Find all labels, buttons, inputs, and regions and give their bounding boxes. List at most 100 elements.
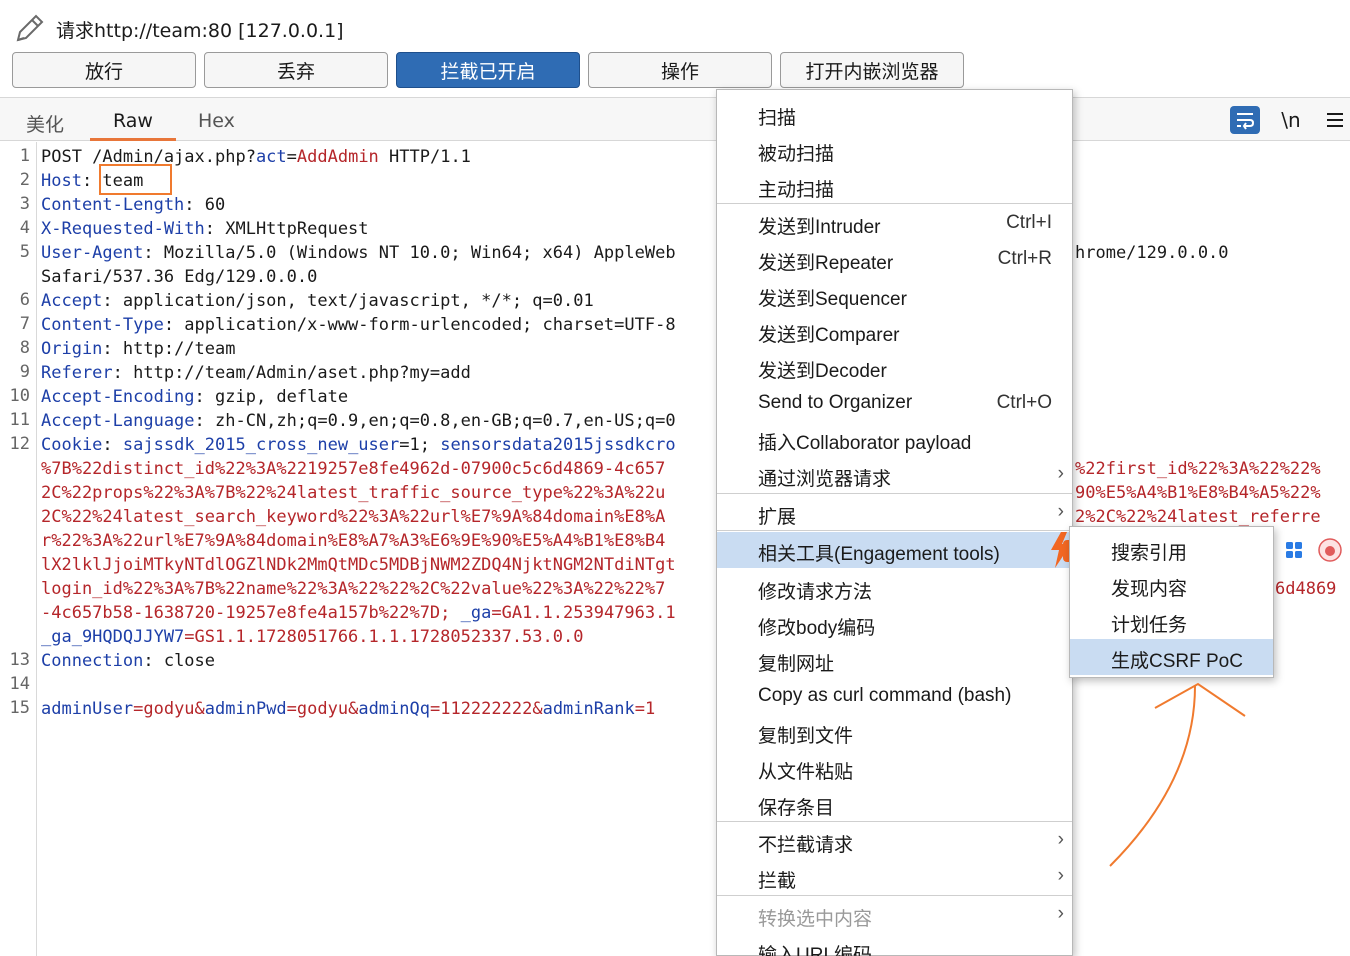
- menu-item-intercept[interactable]: 拦截 ›: [717, 859, 1072, 895]
- menu-item-change-body-encoding[interactable]: 修改body编码: [717, 606, 1072, 642]
- request-title: 请求http://team:80 [127.0.0.1]: [56, 20, 344, 42]
- header-cookie: Cookie: sajssdk_2015_cross_new_user=1; s…: [41, 435, 676, 455]
- gutter-divider: [36, 142, 37, 956]
- chevron-right-icon: ›: [1057, 501, 1064, 522]
- tab-pretty[interactable]: 美化: [26, 110, 64, 137]
- message-view-tabs: 美化 Raw Hex \n: [0, 97, 1350, 141]
- open-browser-button[interactable]: 打开内嵌浏览器: [780, 52, 964, 88]
- menu-item-convert-selection: 转换选中内容 ›: [758, 903, 1064, 930]
- menu-item-collaborator-payload[interactable]: 插入Collaborator payload: [717, 421, 1072, 457]
- menu-item-copy-to-file[interactable]: 复制到文件: [717, 714, 1072, 750]
- menu-item-request-in-browser[interactable]: 通过浏览器请求 ›: [717, 457, 1072, 493]
- chevron-right-icon: ›: [1057, 903, 1064, 924]
- wrap-lines-icon[interactable]: [1230, 106, 1260, 134]
- menu-item-active-scan[interactable]: 主动扫描: [717, 168, 1072, 204]
- annotation-arrow-icon: [1109, 682, 1246, 867]
- header-origin: Origin: http://team: [41, 339, 236, 359]
- header-user-agent: User-Agent: Mozilla/5.0 (Windows NT 10.0…: [41, 243, 676, 263]
- header-connection: Connection: close: [41, 651, 216, 671]
- submenu-item-find-references[interactable]: 搜索引用: [1070, 531, 1273, 567]
- cookie-value-line: login_id%22%3A%7B%22name%22%3A%22%22%2C%…: [41, 579, 666, 599]
- intercept-toggle-button[interactable]: 拦截已开启: [396, 52, 580, 88]
- action-button[interactable]: 操作: [588, 52, 772, 88]
- menu-item-extensions[interactable]: 扩展 ›: [717, 495, 1072, 531]
- menu-item-save-item[interactable]: 保存条目: [717, 786, 1072, 822]
- line-number: 11: [9, 410, 30, 430]
- header-user-agent-cont: Safari/537.36 Edg/129.0.0.0: [41, 267, 318, 287]
- cookie-ga-line: _ga_9HQDQJJYW7=GS1.1.1728051766.1.1.1728…: [41, 627, 584, 647]
- line-number: 15: [9, 698, 30, 718]
- line-number: 4: [19, 218, 30, 238]
- menu-item-send-organizer[interactable]: Send to Organizer Ctrl+O: [717, 385, 1072, 421]
- menu-separator: [717, 895, 1072, 896]
- cookie-value-tail: 6d4869: [1275, 579, 1337, 599]
- line-number: 12: [9, 434, 30, 454]
- line-number: 3: [19, 194, 30, 214]
- menu-item-paste-from-file[interactable]: 从文件粘贴: [717, 750, 1072, 786]
- cookie-value-line: -4c657b58-1638720-19257e8fe4a157b%22%7D;…: [41, 603, 676, 623]
- edit-pencil-icon: [16, 14, 44, 42]
- engagement-tools-submenu: 搜索引用 发现内容 计划任务 生成CSRF PoC: [1069, 526, 1274, 678]
- line-number: 9: [19, 362, 30, 382]
- forward-button[interactable]: 放行: [12, 52, 196, 88]
- chevron-right-icon: ›: [1057, 865, 1064, 886]
- grid-icon: [1286, 542, 1302, 558]
- menu-item-scan[interactable]: 扫描: [717, 96, 1072, 132]
- header-referer: Referer: http://team/Admin/aset.php?my=a…: [41, 363, 471, 383]
- header-user-agent-tail: hrome/129.0.0.0: [1075, 243, 1229, 263]
- mascot-icon: [1318, 538, 1342, 562]
- cookie-value-tail: 90%E5%A4%B1%E8%B4%A5%22%: [1075, 483, 1321, 503]
- cookie-value-line: r%22%3A%22url%E7%9A%84domain%E8%A7%A3%E6…: [41, 531, 666, 551]
- submenu-item-discover-content[interactable]: 发现内容: [1070, 567, 1273, 603]
- line-number: 7: [19, 314, 30, 334]
- intercept-header: 请求http://team:80 [127.0.0.1] 放行 丢弃 拦截已开启…: [0, 0, 1350, 96]
- line-number: 5: [19, 242, 30, 262]
- active-tab-indicator: [90, 138, 176, 141]
- menu-item-copy-as-curl[interactable]: Copy as curl command (bash): [717, 678, 1072, 714]
- menu-separator: [717, 821, 1072, 822]
- drop-button[interactable]: 丢弃: [204, 52, 388, 88]
- menu-item-send-intruder[interactable]: 发送到Intruder Ctrl+I: [717, 205, 1072, 241]
- menu-item-send-repeater[interactable]: 发送到Repeater Ctrl+R: [717, 241, 1072, 277]
- chevron-right-icon: ›: [1057, 829, 1064, 850]
- context-menu: 扫描 被动扫描 主动扫描 发送到Intruder Ctrl+I 发送到Repeat…: [716, 89, 1073, 956]
- host-annotation-box: [99, 164, 172, 195]
- header-content-length: Content-Length: 60: [41, 195, 226, 215]
- line-number: 13: [9, 650, 30, 670]
- hamburger-menu-icon[interactable]: [1320, 106, 1350, 134]
- header-accept-encoding: Accept-Encoding: gzip, deflate: [41, 387, 349, 407]
- extension-icons: [1286, 538, 1342, 562]
- menu-item-send-comparer[interactable]: 发送到Comparer: [717, 313, 1072, 349]
- menu-item-engagement-tools[interactable]: 相关工具(Engagement tools): [717, 532, 1072, 568]
- menu-item-passive-scan[interactable]: 被动扫描: [717, 132, 1072, 168]
- menu-item-dont-intercept[interactable]: 不拦截请求 ›: [717, 823, 1072, 859]
- submenu-item-generate-csrf-poc[interactable]: 生成CSRF PoC: [1070, 639, 1273, 675]
- menu-item-send-decoder[interactable]: 发送到Decoder: [717, 349, 1072, 385]
- line-number: 6: [19, 290, 30, 310]
- cookie-value-tail: %22first_id%22%3A%22%22%: [1075, 459, 1321, 479]
- line-number: 8: [19, 338, 30, 358]
- show-newline-icon[interactable]: \n: [1276, 106, 1306, 134]
- cookie-value-line: 2C%22props%22%3A%7B%22%24latest_traffic_…: [41, 483, 666, 503]
- menu-separator: [717, 203, 1072, 204]
- header-x-requested-with: X-Requested-With: XMLHttpRequest: [41, 219, 369, 239]
- cookie-value-line: %7B%22distinct_id%22%3A%2219257e8fe4962d…: [41, 459, 666, 479]
- line-number: 10: [9, 386, 30, 406]
- menu-item-send-sequencer[interactable]: 发送到Sequencer: [717, 277, 1072, 313]
- line-number: 1: [19, 146, 30, 166]
- menu-item-change-method[interactable]: 修改请求方法: [717, 570, 1072, 606]
- cookie-value-line: lX2lklJjoiMTkyNTdlOGZlNDk2MmQtMDc5MDBjNW…: [41, 555, 676, 575]
- menu-separator: [717, 493, 1072, 494]
- request-body: adminUser=godyu&adminPwd=godyu&adminQq=1…: [41, 699, 656, 719]
- menu-item-url-encode-as-typed[interactable]: 输入URL编码: [717, 933, 1072, 956]
- tab-hex[interactable]: Hex: [198, 110, 235, 132]
- tab-raw[interactable]: Raw: [113, 110, 153, 132]
- submenu-item-schedule-task[interactable]: 计划任务: [1070, 603, 1273, 639]
- header-accept-language: Accept-Language: zh-CN,zh;q=0.9,en;q=0.8…: [41, 411, 676, 431]
- menu-separator: [717, 530, 1072, 531]
- line-number: 2: [19, 170, 30, 190]
- header-accept: Accept: application/json, text/javascrip…: [41, 291, 594, 311]
- menu-item-copy-url[interactable]: 复制网址: [717, 642, 1072, 678]
- header-content-type: Content-Type: application/x-www-form-url…: [41, 315, 676, 335]
- cookie-value-line: 2C%22%24latest_search_keyword%22%3A%22ur…: [41, 507, 666, 527]
